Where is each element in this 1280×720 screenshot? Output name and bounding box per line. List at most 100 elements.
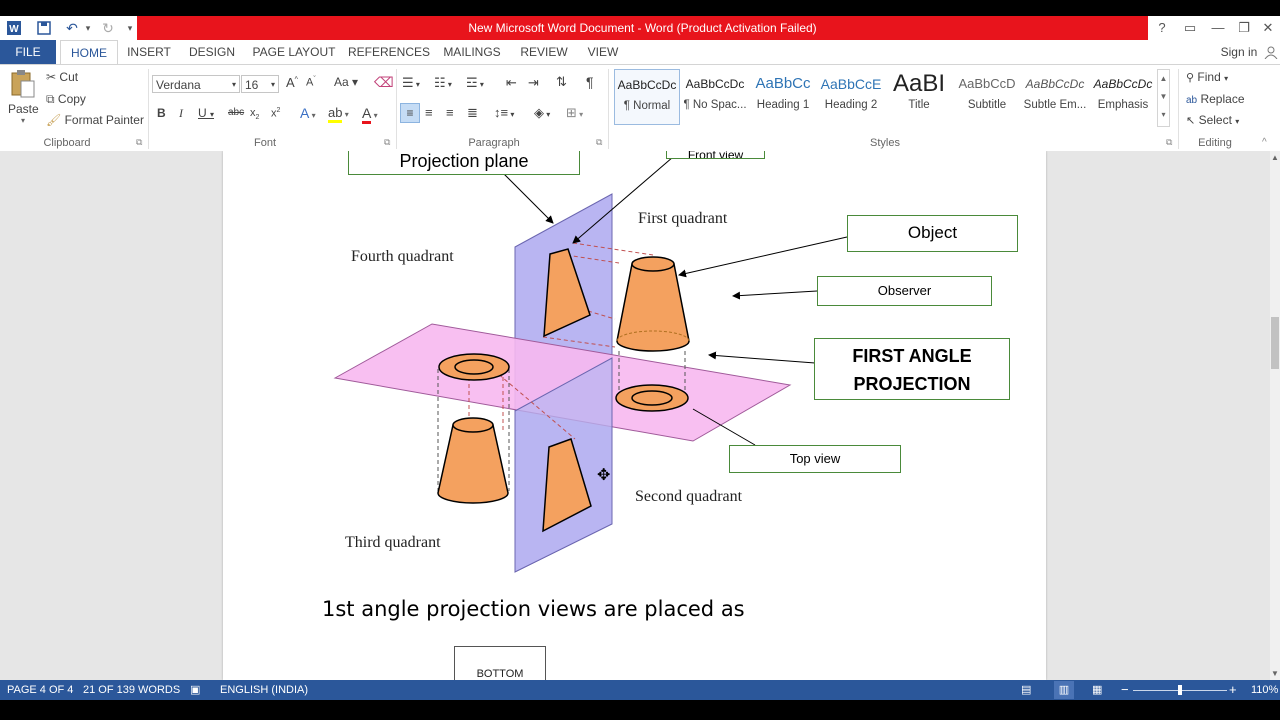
tab-references[interactable]: REFERENCES: [348, 40, 430, 64]
word-count[interactable]: 21 OF 139 WORDS: [83, 680, 180, 700]
paste-button[interactable]: Paste ▾: [8, 69, 39, 133]
style-subtle-emphasis[interactable]: AaBbCcDc Subtle Em...: [1022, 69, 1088, 125]
scrollbar-thumb[interactable]: [1271, 317, 1279, 369]
sign-in-link[interactable]: Sign in: [1216, 40, 1262, 64]
font-color-icon[interactable]: A ▾: [362, 105, 378, 124]
font-size-combo[interactable]: 16 ▾: [241, 75, 279, 93]
bullets-icon[interactable]: ☰ ▾: [402, 75, 420, 91]
collapse-ribbon-icon[interactable]: ^: [1262, 137, 1267, 148]
tab-home[interactable]: HOME: [60, 40, 118, 66]
redo-icon[interactable]: ↻: [98, 18, 118, 38]
callout-line: PROJECTION: [853, 374, 971, 394]
select-button[interactable]: ↖ Select ▾: [1186, 113, 1239, 127]
chevron-down-icon[interactable]: ▼: [1158, 88, 1169, 106]
zoom-level[interactable]: 110%: [1251, 680, 1278, 700]
close-button[interactable]: ✕: [1254, 16, 1280, 40]
scroll-up-icon[interactable]: ▲: [1270, 153, 1280, 162]
read-mode-icon[interactable]: ▤: [1021, 680, 1031, 700]
zoom-slider-thumb[interactable]: [1178, 685, 1182, 695]
shrink-font-icon[interactable]: Aˇ: [306, 76, 316, 89]
top-view-shape: [615, 384, 689, 412]
undo-dropdown-icon[interactable]: ▾: [78, 18, 98, 38]
style-name: ¶ No Spac...: [683, 99, 747, 111]
ribbon-display-options-icon[interactable]: ▭: [1176, 16, 1204, 40]
change-case-icon[interactable]: Aa ▾: [334, 75, 358, 89]
style-no-spacing[interactable]: AaBbCcDc ¶ No Spac...: [682, 69, 748, 125]
subscript-icon[interactable]: x2: [250, 107, 259, 121]
observer-callout: Observer: [817, 276, 992, 306]
style-normal[interactable]: AaBbCcDc ¶ Normal: [614, 69, 680, 125]
help-button[interactable]: ?: [1148, 16, 1176, 40]
tab-insert[interactable]: INSERT: [124, 40, 174, 64]
proofing-icon[interactable]: ▣: [190, 680, 200, 700]
sort-icon[interactable]: ⇅: [556, 74, 567, 90]
user-icon[interactable]: [1262, 40, 1280, 64]
cut-button[interactable]: ✂ Cut: [46, 70, 78, 84]
styles-launcher-icon[interactable]: ⧉: [1166, 137, 1172, 148]
chevron-up-icon[interactable]: ▲: [1158, 70, 1169, 88]
styles-group-label: Styles: [870, 137, 900, 149]
superscript-icon[interactable]: x2: [271, 107, 280, 120]
justify-icon[interactable]: ≣: [467, 105, 478, 121]
zoom-out-button[interactable]: −: [1121, 680, 1129, 700]
format-painter-button[interactable]: 🖌 Format Painter: [46, 113, 144, 127]
text-effects-icon[interactable]: A ▾: [300, 105, 316, 121]
style-subtitle[interactable]: AaBbCcD Subtitle: [954, 69, 1020, 125]
save-icon[interactable]: [34, 18, 54, 38]
tab-view[interactable]: VIEW: [582, 40, 624, 64]
align-left-icon[interactable]: ≡: [400, 103, 420, 123]
grow-font-icon[interactable]: A^: [286, 75, 298, 90]
tab-review[interactable]: REVIEW: [516, 40, 572, 64]
increase-indent-icon[interactable]: ⇥: [528, 75, 539, 91]
paste-dropdown-icon[interactable]: ▾: [8, 116, 38, 125]
zoom-in-button[interactable]: +: [1229, 680, 1237, 700]
align-center-icon[interactable]: ≡: [425, 105, 433, 120]
style-preview: AaBbCcDc: [617, 78, 677, 92]
language-indicator[interactable]: ENGLISH (INDIA): [220, 680, 308, 700]
style-emphasis[interactable]: AaBbCcDc Emphasis: [1090, 69, 1156, 125]
clipboard-launcher-icon[interactable]: ⧉: [136, 137, 142, 148]
fourth-quadrant-label: Fourth quadrant: [351, 248, 454, 265]
scroll-down-icon[interactable]: ▼: [1270, 669, 1280, 678]
find-button[interactable]: ⚲ Find ▾: [1186, 70, 1228, 84]
style-heading-2[interactable]: AaBbCcE Heading 2: [818, 69, 884, 125]
styles-gallery-scroll[interactable]: ▲ ▼ ▾: [1157, 69, 1170, 127]
object-first-quadrant: [616, 256, 690, 352]
show-formatting-marks-icon[interactable]: ¶: [586, 74, 594, 90]
decrease-indent-icon[interactable]: ⇤: [506, 75, 517, 91]
style-heading-1[interactable]: AaBbCc Heading 1: [750, 69, 816, 125]
web-layout-icon[interactable]: ▦: [1092, 680, 1102, 700]
document-page[interactable]: First quadrant Fourth quadrant Second qu…: [223, 151, 1046, 680]
more-styles-icon[interactable]: ▾: [1158, 106, 1169, 124]
tab-file[interactable]: FILE: [0, 40, 56, 64]
print-layout-icon[interactable]: ▥: [1054, 681, 1074, 699]
font-launcher-icon[interactable]: ⧉: [384, 137, 390, 148]
italic-icon[interactable]: I: [179, 106, 183, 121]
tab-design[interactable]: DESIGN: [184, 40, 240, 64]
clear-formatting-icon[interactable]: ⌫: [374, 74, 394, 91]
numbering-icon[interactable]: ☷ ▾: [434, 75, 452, 91]
strikethrough-icon[interactable]: abc: [228, 107, 244, 118]
page-count[interactable]: PAGE 4 OF 4: [7, 680, 73, 700]
shading-icon[interactable]: ◈ ▾: [534, 105, 550, 121]
paragraph-launcher-icon[interactable]: ⧉: [596, 137, 602, 148]
second-quadrant-label: Second quadrant: [635, 488, 743, 505]
tab-page-layout[interactable]: PAGE LAYOUT: [250, 40, 338, 64]
minimize-button[interactable]: —: [1204, 16, 1232, 40]
copy-button[interactable]: ⧉ Copy: [46, 92, 86, 107]
line-spacing-icon[interactable]: ↕≡ ▾: [494, 105, 514, 120]
underline-icon[interactable]: U ▾: [198, 106, 214, 120]
word-app-icon[interactable]: W: [4, 18, 24, 38]
style-title[interactable]: AaBI Title: [886, 69, 952, 125]
multilevel-list-icon[interactable]: ☲ ▾: [466, 75, 484, 91]
bold-icon[interactable]: B: [157, 106, 166, 120]
style-preview: AaBbCcE: [820, 76, 882, 92]
vertical-scrollbar[interactable]: ▲ ▼: [1270, 151, 1280, 680]
font-name-combo[interactable]: Verdana ▾: [152, 75, 240, 93]
replace-button[interactable]: ab Replace: [1186, 92, 1245, 106]
doc-heading[interactable]: 1st angle projection views are placed as: [322, 597, 745, 621]
tab-mailings[interactable]: MAILINGS: [438, 40, 506, 64]
highlight-color-icon[interactable]: ab ▾: [328, 105, 349, 123]
align-right-icon[interactable]: ≡: [446, 105, 454, 120]
borders-icon[interactable]: ⊞ ▾: [566, 105, 583, 121]
